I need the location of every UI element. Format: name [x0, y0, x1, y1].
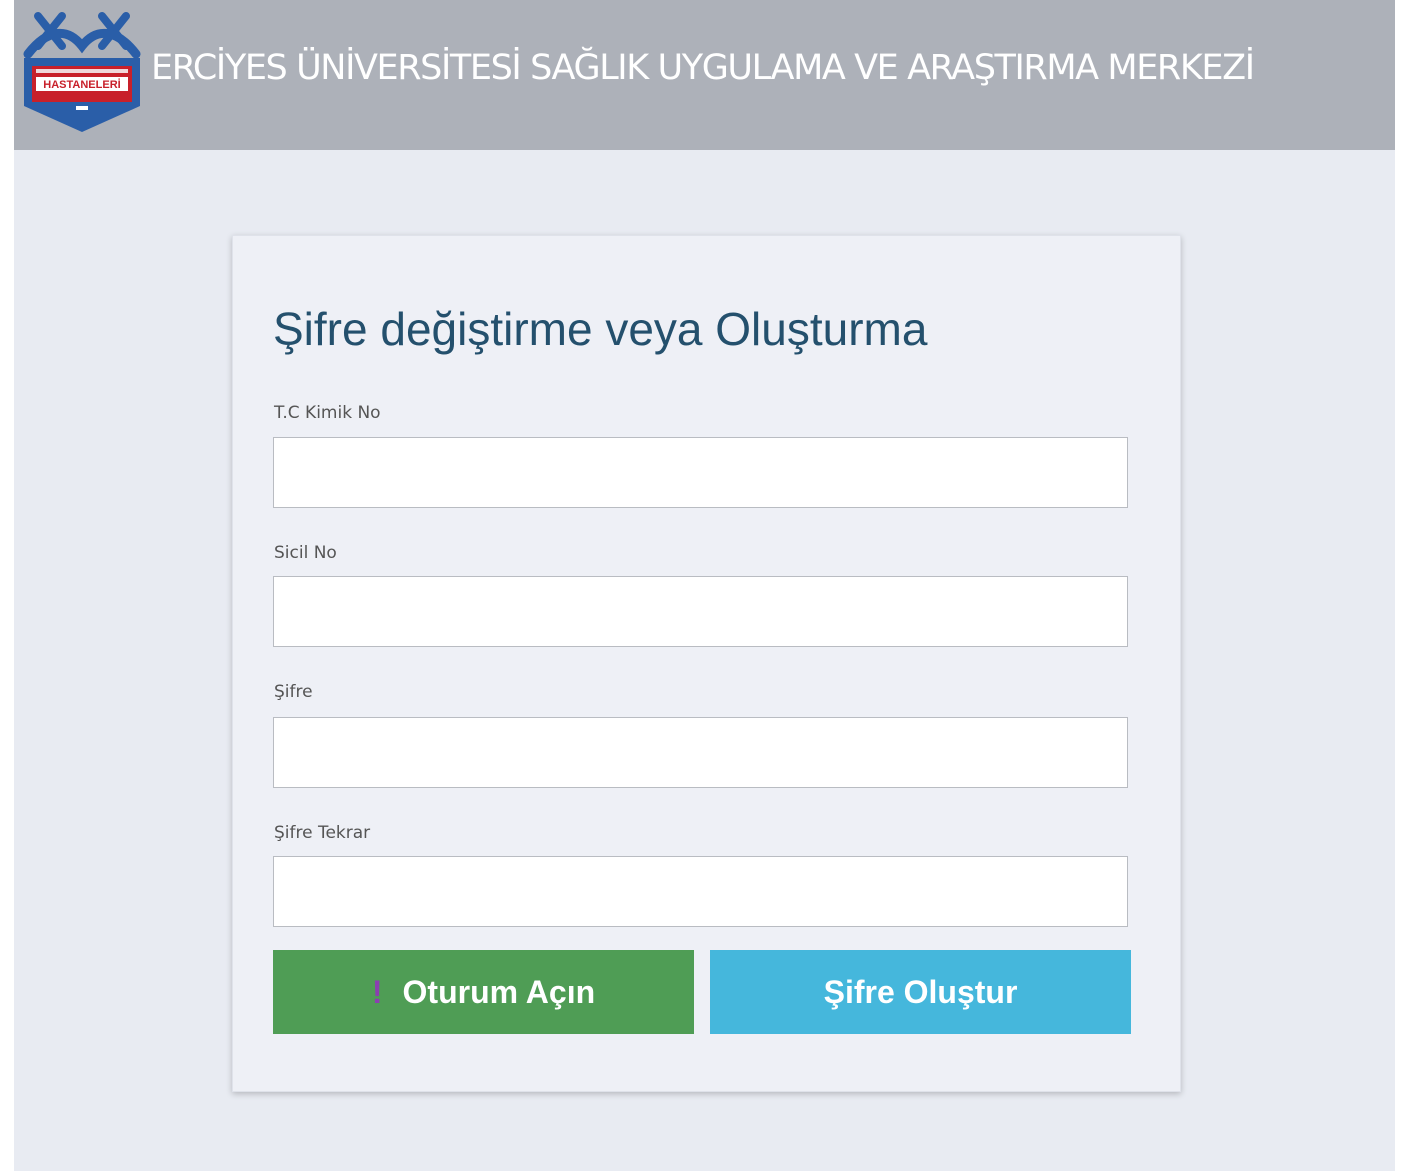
password-repeat-input[interactable]	[273, 856, 1128, 927]
sicil-no-input[interactable]	[273, 576, 1128, 647]
tc-kimlik-input[interactable]	[273, 437, 1128, 508]
exclamation-icon: !	[371, 973, 383, 1010]
create-password-button-label: Şifre Oluştur	[823, 973, 1018, 1010]
page: HASTANELERİ ERCİYES ÜNİVERSİTESİ SAĞLIK …	[14, 0, 1395, 1171]
header-title: ERCİYES ÜNİVERSİTESİ SAĞLIK UYGULAMA VE …	[151, 48, 1255, 88]
password-form-card: Şifre değiştirme veya Oluşturma T.C Kimi…	[232, 235, 1181, 1092]
university-hospital-logo-icon: HASTANELERİ	[23, 12, 141, 132]
tc-kimlik-label: T.C Kimik No	[274, 403, 381, 423]
sicil-no-label: Sicil No	[274, 543, 337, 563]
create-password-button[interactable]: Şifre Oluştur	[710, 950, 1131, 1034]
password-label: Şifre	[274, 682, 313, 702]
form-title: Şifre değiştirme veya Oluşturma	[273, 303, 928, 355]
header: HASTANELERİ ERCİYES ÜNİVERSİTESİ SAĞLIK …	[14, 0, 1395, 150]
password-input[interactable]	[273, 717, 1128, 788]
login-button-label: Oturum Açın	[402, 973, 596, 1010]
password-repeat-label: Şifre Tekrar	[274, 823, 371, 843]
logo-text: HASTANELERİ	[43, 78, 120, 91]
login-button[interactable]: ! Oturum Açın	[273, 950, 694, 1034]
